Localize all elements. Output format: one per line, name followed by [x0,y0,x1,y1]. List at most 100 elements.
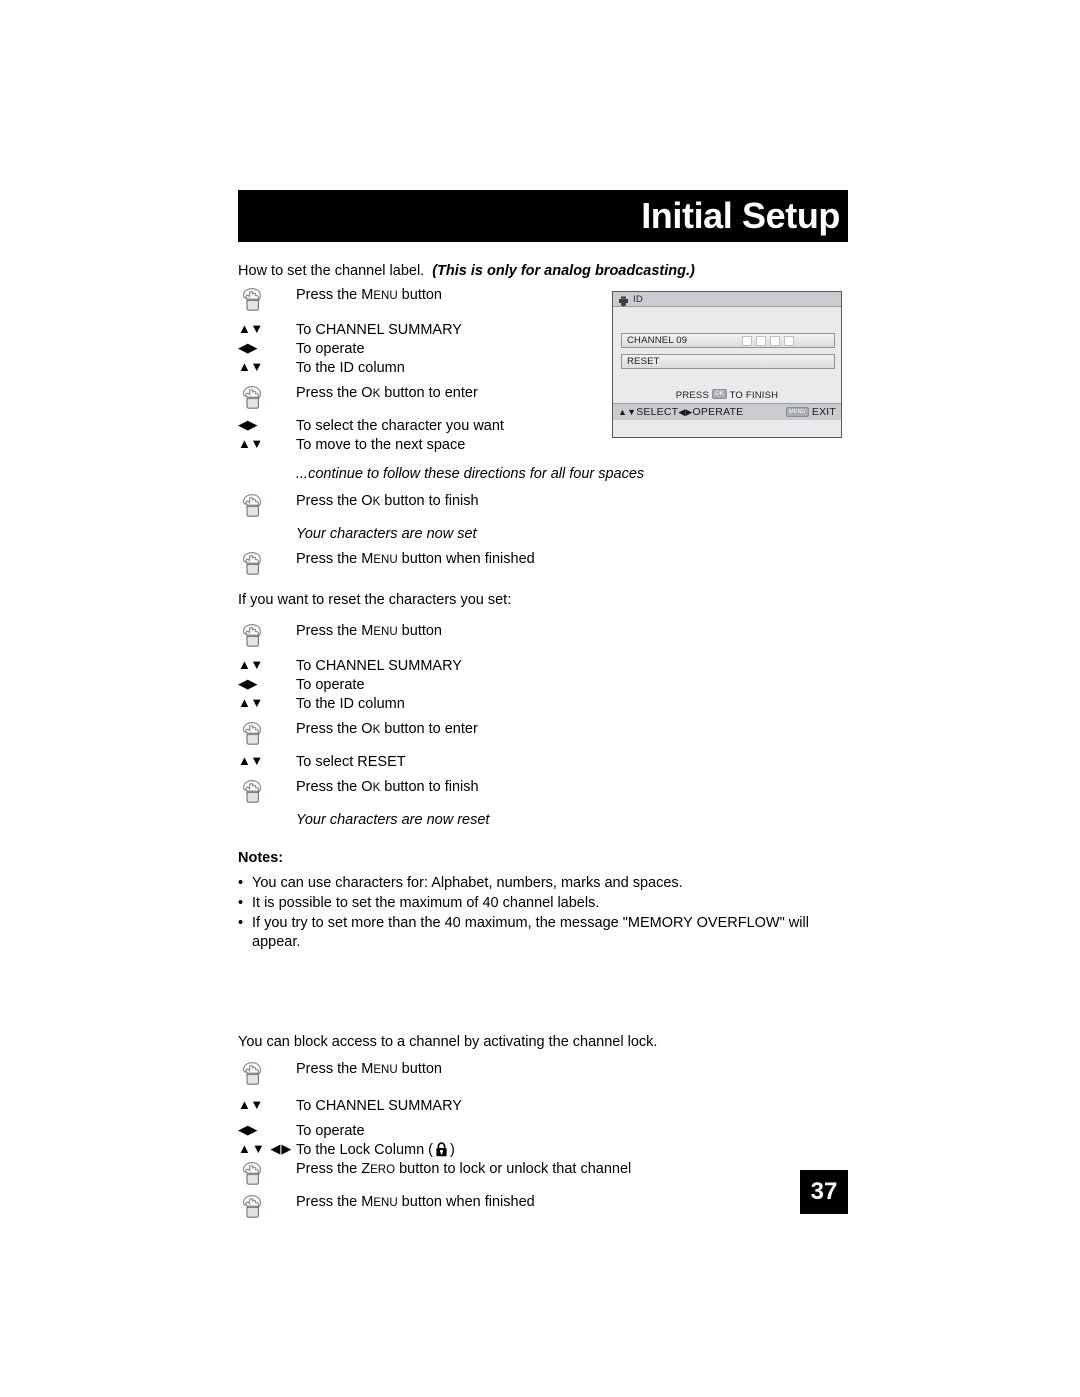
step-gutter [238,1193,296,1220]
step-row: ▲▼ To CHANNEL SUMMARY [238,1097,848,1116]
step-gutter: ◀▶ [238,1122,296,1136]
step-text: Press the MENU button [296,1060,442,1080]
button-name: MENU [361,623,398,639]
channel-label-intro: How to set the channel label. (This is on… [238,262,848,280]
lock-icon [436,1142,447,1157]
step-gutter: ◀▶ [238,340,296,354]
step-gutter [238,550,296,577]
leftright-arrows-icon: ◀▶ [238,676,258,691]
step-text-pre: Press the [296,623,362,639]
step-text-post: button [397,287,442,303]
step-gutter: ◀▶ [238,676,296,690]
updown-arrows-icon: ▲▼ [238,695,263,710]
step-row: ▲▼ To CHANNEL SUMMARY [238,657,848,676]
notes-section: Notes: • You can use characters for: Alp… [238,850,848,952]
hand-press-icon [242,551,262,575]
step-gutter-empty [238,811,296,812]
step-gutter [238,492,296,519]
button-name: OK [361,721,381,737]
updown-arrows-icon: ▲▼ [238,436,263,451]
step-text-pre: Press the [296,287,362,303]
updown-arrows-icon: ▲▼ [238,359,263,374]
step-text-pre: Press the [296,551,362,567]
step-text: Press the OK button to enter [296,720,478,740]
button-name: MENU [361,1194,398,1210]
page-content: How to set the channel label. (This is on… [238,262,848,1220]
step-row: Press the OK button to finish [238,492,848,519]
step-row: ▲▼ To select RESET [238,753,848,772]
step-row-continue-note: ...continue to follow these directions f… [238,465,848,484]
step-gutter [238,384,296,411]
step-text-pre: Press the [296,493,362,509]
step-row: ◀▶ To operate [238,1122,848,1141]
step-gutter: ▲▼ [238,436,296,450]
step-gutter: ▲▼ [238,695,296,709]
step-row: Press the ZERO button to lock or unlock … [238,1160,848,1187]
note-item: • You can use characters for: Alphabet, … [238,874,848,893]
button-name: OK [361,779,381,795]
step-text-pre: Press the [296,385,362,401]
step-text: Press the ZERO button to lock or unlock … [296,1160,631,1180]
step-gutter: ◀▶ [238,417,296,431]
reset-intro-text: If you want to reset the characters you … [238,592,512,608]
hand-press-icon [242,779,262,803]
step-row: ◀▶ To operate [238,340,848,359]
result-text: Your characters are now reset [296,812,490,828]
step-text: To operate [296,677,365,693]
note-text: You can use characters for: Alphabet, nu… [252,875,683,891]
step-gutter [238,720,296,747]
step-row: Press the MENU button when finished [238,1193,848,1220]
step-text-post: button to finish [380,493,479,509]
step-text-pre: Press the [296,1194,362,1210]
step-text: Press the MENU button when finished [296,1193,535,1213]
step-text: Press the MENU button when finished [296,550,535,570]
button-name: OK [361,493,381,509]
bullet-icon: • [238,895,244,911]
hand-press-icon [242,1194,262,1218]
step-gutter: ▲▼ [238,321,296,335]
page-number-badge: 37 [800,1170,848,1214]
step-row: Press the MENU button when finished [238,550,848,577]
step-row: ▲▼ To the ID column [238,695,848,714]
step-row-lock-column: ▲▼ ◀▶ To the Lock Column ( ) [238,1141,848,1160]
step-gutter-empty [238,465,296,466]
button-name: MENU [361,551,398,567]
step-row: ◀▶ To operate [238,676,848,695]
step-row: Press the MENU button [238,1060,848,1087]
step-row: ◀▶ To select the character you want [238,417,848,436]
channel-lock-intro: You can block access to a channel by act… [238,1034,658,1050]
step-text: To move to the next space [296,437,466,453]
leftright-arrows-icon: ◀▶ [238,1122,258,1137]
step-text-post: button [397,1061,442,1077]
step-row-result: Your characters are now set [238,525,848,544]
step-text: Press the OK button to finish [296,778,479,798]
step-text: To select RESET [296,754,406,770]
step-text: Press the MENU button [296,622,442,642]
hand-press-icon [242,385,262,409]
updown-leftright-arrows-icon: ▲▼ ◀▶ [238,1141,293,1156]
step-text: Press the OK button to finish [296,492,479,512]
step-text-post: button when finished [397,551,535,567]
step-row: Press the MENU button [238,622,848,649]
note-text: It is possible to set the maximum of 40 … [252,895,600,911]
step-gutter: ▲▼ [238,1097,296,1111]
step-text: Press the OK button to enter [296,384,478,404]
step-row: ▲▼ To move to the next space [238,436,848,455]
updown-arrows-icon: ▲▼ [238,1097,263,1112]
hand-press-icon [242,1061,262,1085]
button-name: MENU [361,287,398,303]
note-item: • It is possible to set the maximum of 4… [238,894,848,913]
hand-press-icon [242,1161,262,1185]
step-row-result: Your characters are now reset [238,811,848,830]
leftright-arrows-icon: ◀▶ [238,417,258,432]
updown-arrows-icon: ▲▼ [238,657,263,672]
page-header-band: Initial Setup [238,190,848,242]
step-gutter [238,1160,296,1187]
step-text-post: button to enter [380,385,478,401]
step-gutter [238,1060,296,1087]
step-text: To the ID column [296,360,405,376]
step-gutter: ▲▼ [238,657,296,671]
steps-reset: Press the MENU button ▲▼ To CHANNEL SUMM… [238,622,848,830]
channel-label-intro-emphasis: (This is only for analog broadcasting.) [432,263,695,279]
step-text-post: button to finish [380,779,479,795]
